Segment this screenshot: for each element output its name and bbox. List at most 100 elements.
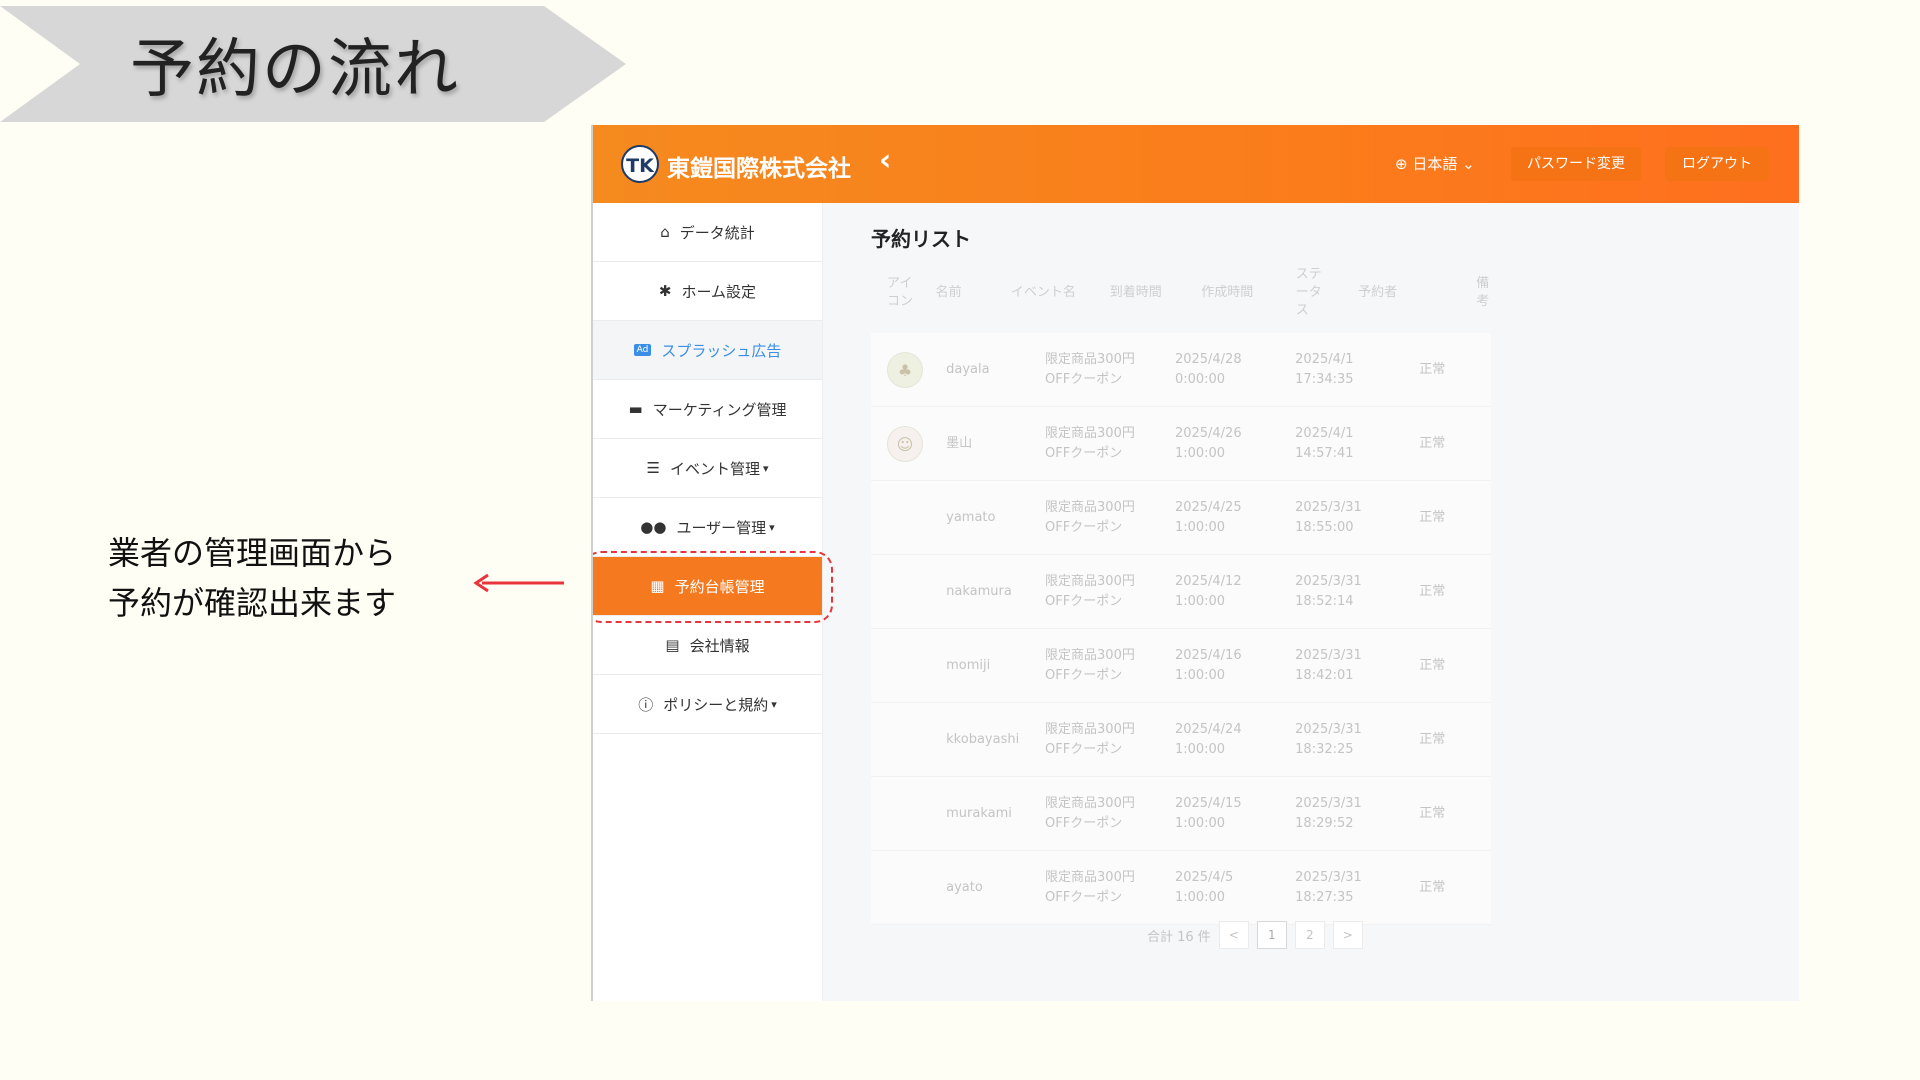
cell-created: 18:27:35	[1295, 889, 1354, 905]
cell-event: OFFクーポン	[1045, 815, 1123, 831]
sidebar-item-users[interactable]: ●● ユーザー管理 ▾	[593, 498, 822, 557]
cell-status: 正常	[1419, 657, 1446, 673]
cell-event: 限定商品300円	[1045, 573, 1135, 589]
chevron-down-icon: ▾	[769, 520, 775, 534]
cell-event: 限定商品300円	[1045, 795, 1135, 811]
sidebar: ⌂ データ統計 ✱ ホーム設定 Ad スプラッシュ広告 ▬ マーケティング管理 …	[593, 203, 833, 1001]
page-2-button[interactable]: 2	[1294, 921, 1325, 949]
cell-arrival: 1:00:00	[1174, 741, 1226, 757]
cell-arrival: 2025/4/12	[1174, 573, 1242, 589]
sidebar-item-reservations[interactable]: ▦ 予約台帳管理	[593, 551, 833, 623]
main-content: 予約リスト アイコン 名前 イベント名 到着時間 作成時間 ステータス 予約者 …	[823, 203, 1799, 1001]
gear-icon: ✱	[658, 282, 672, 300]
document-icon: ▤	[665, 636, 680, 654]
cell-arrival: 1:00:00	[1174, 667, 1226, 683]
cell-status: 正常	[1419, 435, 1446, 451]
table-row[interactable]: ♣ dayala 限定商品300円 OFFクーポン 2025/4/28 0:00:0…	[871, 333, 1491, 407]
cell-status: 正常	[1419, 583, 1446, 599]
annotation-line-2: 予約が確認出来ます	[108, 584, 397, 622]
sidebar-item-marketing[interactable]: ▬ マーケティング管理	[593, 380, 822, 439]
calendar-icon: ▦	[650, 577, 665, 595]
table-row[interactable]: kkobayashi 限定商品300円 OFFクーポン 2025/4/24 1:00…	[871, 703, 1491, 777]
cell-event: 限定商品300円	[1045, 499, 1135, 515]
change-password-button[interactable]: パスワード変更	[1511, 147, 1641, 181]
cell-created: 2025/3/31	[1295, 721, 1362, 737]
cell-event: OFFクーポン	[1045, 371, 1123, 387]
sidebar-item-home-settings[interactable]: ✱ ホーム設定	[593, 262, 822, 321]
sidebar-item-policy[interactable]: ⓘ ポリシーと規約 ▾	[593, 675, 822, 734]
sidebar-item-data-stats[interactable]: ⌂ データ統計	[593, 203, 822, 262]
cell-status: 正常	[1419, 805, 1446, 821]
table-row[interactable]: murakami 限定商品300円 OFFクーポン 2025/4/15 1:00:0…	[871, 777, 1491, 851]
col-note: 備考	[1476, 276, 1490, 309]
prev-page-button[interactable]: <	[1218, 921, 1249, 949]
sidebar-item-label: 会社情報	[689, 636, 750, 655]
cell-created: 2025/3/31	[1295, 795, 1362, 811]
cell-name: 墨山	[946, 435, 973, 451]
table-row[interactable]: nakamura 限定商品300円 OFFクーポン 2025/4/12 1:00:0…	[871, 555, 1491, 629]
col-arrival: 到着時間	[1109, 285, 1162, 300]
cell-arrival: 1:00:00	[1174, 593, 1226, 609]
sidebar-item-label: データ統計	[679, 223, 755, 242]
language-selector[interactable]: ⊕ 日本語 ⌄	[1395, 153, 1475, 174]
sidebar-item-label: スプラッシュ広告	[661, 341, 782, 360]
next-page-button[interactable]: >	[1332, 921, 1363, 949]
cell-created: 2025/3/31	[1295, 647, 1362, 663]
cell-arrival: 2025/4/16	[1174, 647, 1242, 663]
sidebar-item-label: ユーザー管理	[676, 518, 767, 537]
cell-status: 正常	[1419, 731, 1446, 747]
cell-name: murakami	[946, 805, 1012, 821]
cell-event: 限定商品300円	[1045, 351, 1135, 367]
cell-name: momiji	[946, 657, 991, 673]
sidebar-item-label: マーケティング管理	[652, 400, 787, 419]
cell-status: 正常	[1419, 509, 1446, 525]
slide-title: 予約の流れ	[130, 33, 460, 107]
cell-name: kkobayashi	[946, 731, 1020, 747]
sidebar-item-events[interactable]: ☰ イベント管理 ▾	[593, 439, 822, 498]
cell-arrival: 2025/4/28	[1174, 351, 1242, 367]
col-event: イベント名	[1010, 285, 1076, 300]
sidebar-item-splash-ad[interactable]: Ad スプラッシュ広告	[593, 321, 822, 380]
cell-created: 18:55:00	[1295, 519, 1354, 535]
cell-created: 2025/3/31	[1295, 869, 1362, 885]
store-icon: ▬	[628, 400, 643, 418]
ad-icon: Ad	[633, 344, 652, 356]
table-row[interactable]: yamato 限定商品300円 OFFクーポン 2025/4/25 1:00:00 …	[871, 481, 1491, 555]
col-name: 名前	[935, 285, 962, 300]
chevron-down-icon: ⌄	[1462, 155, 1475, 173]
top-bar: TK 東鎧国際株式会社 ‹ ⊕ 日本語 ⌄ パスワード変更 ログアウト	[593, 125, 1799, 203]
users-icon: ●●	[640, 518, 667, 536]
cell-name: yamato	[946, 509, 996, 525]
list-check-icon: ☰	[646, 459, 660, 477]
language-label: 日本語	[1412, 155, 1458, 173]
table-row[interactable]: ☺ 墨山 限定商品300円 OFFクーポン 2025/4/26 1:00:00 20…	[871, 407, 1491, 481]
sidebar-item-company-info[interactable]: ▤ 会社情報	[593, 616, 822, 675]
cell-name: nakamura	[946, 583, 1012, 599]
cell-arrival: 0:00:00	[1174, 371, 1226, 387]
cell-event: OFFクーポン	[1045, 741, 1123, 757]
reservation-table: アイコン 名前 イベント名 到着時間 作成時間 ステータス 予約者 備考 ♣ d…	[871, 253, 1491, 925]
company-logo: TK	[621, 145, 659, 183]
annotation-text: 業者の管理画面から 予約が確認出来ます	[108, 528, 396, 628]
cell-arrival: 2025/4/25	[1174, 499, 1242, 515]
cell-arrival: 2025/4/15	[1174, 795, 1242, 811]
cell-arrival: 1:00:00	[1174, 815, 1226, 831]
info-icon: ⓘ	[638, 695, 654, 714]
globe-icon: ⊕	[1395, 155, 1408, 173]
sidebar-item-label: イベント管理	[669, 459, 760, 478]
cell-event: OFFクーポン	[1045, 593, 1123, 609]
cell-event: OFFクーポン	[1045, 889, 1123, 905]
page-1-button[interactable]: 1	[1256, 921, 1287, 949]
chevron-left-icon[interactable]: ‹	[879, 143, 891, 178]
cell-created: 18:42:01	[1295, 667, 1354, 683]
cell-created: 2025/4/1	[1295, 351, 1354, 367]
table-row[interactable]: ayato 限定商品300円 OFFクーポン 2025/4/5 1:00:00 20…	[871, 851, 1491, 925]
cell-arrival: 1:00:00	[1174, 445, 1226, 461]
cell-arrival: 1:00:00	[1174, 889, 1226, 905]
table-row[interactable]: momiji 限定商品300円 OFFクーポン 2025/4/16 1:00:00 …	[871, 629, 1491, 703]
cell-created: 18:29:52	[1295, 815, 1354, 831]
cell-name: ayato	[946, 879, 983, 895]
table-header: アイコン 名前 イベント名 到着時間 作成時間 ステータス 予約者 備考	[871, 253, 1491, 333]
col-created: 作成時間	[1201, 285, 1254, 300]
logout-button[interactable]: ログアウト	[1665, 147, 1769, 181]
